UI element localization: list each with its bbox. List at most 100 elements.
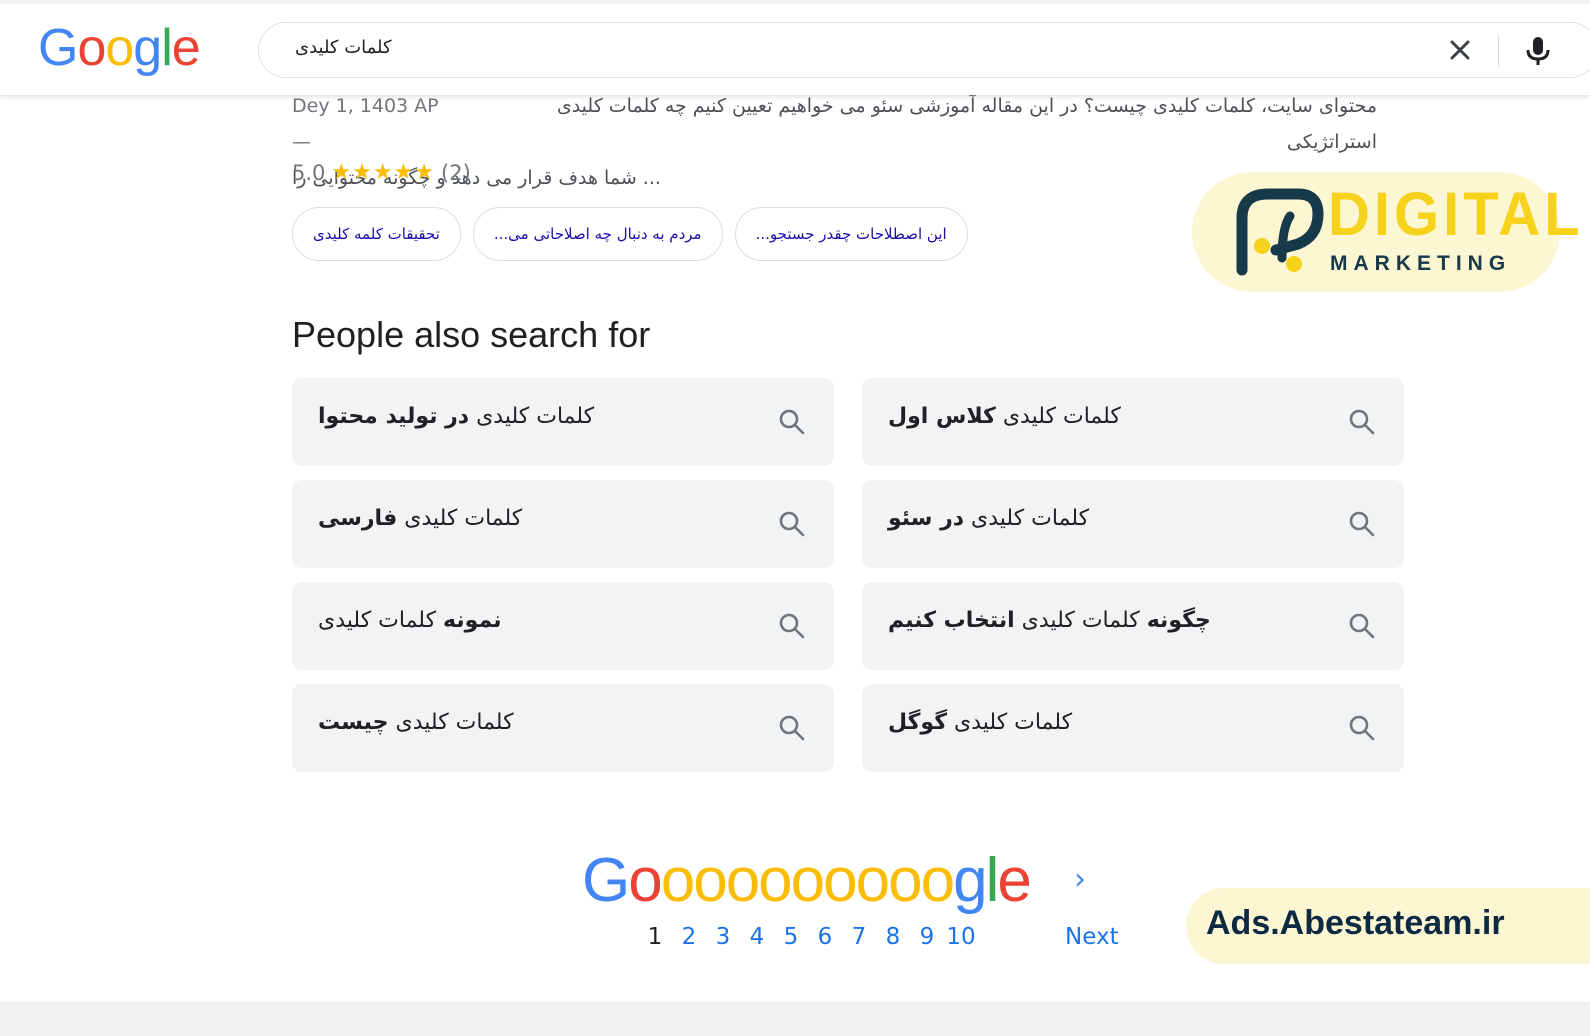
label-plain: کلمات کلیدی bbox=[469, 404, 595, 429]
related-search-label: کلمات کلیدی گوگل bbox=[888, 710, 1072, 735]
related-search-label: کلمات کلیدی چیست bbox=[318, 710, 514, 735]
pagination-logo-letter: e bbox=[997, 846, 1032, 915]
search-icon bbox=[1349, 613, 1375, 639]
microphone-icon[interactable] bbox=[1523, 35, 1553, 67]
label-bold: گوگل bbox=[888, 710, 948, 735]
chevron-right-icon[interactable]: › bbox=[1074, 862, 1086, 897]
rating-stars-icon: ★★★★★ bbox=[331, 160, 436, 185]
search-icon bbox=[779, 511, 805, 537]
label-plain: کلمات کلیدی bbox=[1014, 608, 1147, 633]
label-plain: کلمات کلیدی bbox=[964, 506, 1090, 531]
label-bold: نمونه bbox=[443, 608, 502, 633]
page-number[interactable]: 6 bbox=[808, 924, 842, 950]
search-header: Google کلمات کلیدی bbox=[0, 0, 1590, 95]
pagination-logo-letter: o bbox=[920, 846, 956, 915]
label-plain: کلمات کلیدی bbox=[947, 710, 1073, 735]
pagination-logo-letter: o bbox=[790, 846, 826, 915]
ads-watermark-badge: Ads.Abestateam.ir bbox=[1186, 888, 1590, 964]
pagination-logo-letter: g bbox=[953, 846, 988, 915]
search-results-page: Google کلمات کلیدی Dey 1, 1403 AP — محتو… bbox=[0, 0, 1590, 1036]
related-search-label: چگونه کلمات کلیدی انتخاب کنیم bbox=[888, 608, 1211, 633]
logo-letter: e bbox=[171, 19, 201, 77]
related-search-item[interactable]: چگونه کلمات کلیدی انتخاب کنیم bbox=[862, 582, 1404, 670]
page-number[interactable]: 9 bbox=[910, 924, 944, 950]
search-icon bbox=[1349, 511, 1375, 537]
logo-letter: o bbox=[77, 19, 106, 77]
brand-word: DIGITAL bbox=[1328, 180, 1584, 249]
search-input[interactable]: کلمات کلیدی bbox=[258, 22, 1590, 78]
people-also-search-grid: کلمات کلیدی در تولید محتوا کلمات کلیدی ک… bbox=[292, 378, 1404, 772]
pagination-logo-letter: o bbox=[823, 846, 858, 915]
related-search-item[interactable]: کلمات کلیدی کلاس اول bbox=[862, 378, 1404, 466]
label-plain: کلمات کلیدی bbox=[397, 506, 523, 531]
label-plain: کلمات کلیدی bbox=[995, 404, 1121, 429]
pagination-logo-letter: l bbox=[985, 846, 1000, 915]
page-number-current: 1 bbox=[647, 924, 663, 950]
snippet-text-1: محتوای سایت، کلمات کلیدی چیست؟ در این مق… bbox=[556, 95, 1377, 153]
related-search-label: کلمات کلیدی فارسی bbox=[318, 506, 522, 531]
related-search-item[interactable]: کلمات کلیدی فارسی bbox=[292, 480, 834, 568]
search-icon bbox=[1349, 715, 1375, 741]
pagination-logo-letter: o bbox=[758, 846, 793, 915]
search-icon bbox=[779, 409, 805, 435]
related-search-item[interactable]: کلمات کلیدی در تولید محتوا bbox=[292, 378, 834, 466]
ads-watermark-text: Ads.Abestateam.ir bbox=[1206, 904, 1505, 942]
pagination-logo-letter: G bbox=[582, 846, 630, 915]
related-search-label: کلمات کلیدی کلاس اول bbox=[888, 404, 1121, 429]
page-number[interactable]: 3 bbox=[706, 924, 740, 950]
logo-letter: l bbox=[161, 19, 173, 77]
search-icon bbox=[1349, 409, 1375, 435]
pagination-logo-letter: o bbox=[693, 846, 728, 915]
brand-mark-icon bbox=[1232, 184, 1324, 284]
pagination-logo-letter: o bbox=[660, 846, 696, 915]
footer-band bbox=[0, 1002, 1590, 1036]
google-logo[interactable]: Google bbox=[38, 19, 201, 77]
digital-marketing-logo: DIGITAL MARKETING bbox=[1192, 172, 1580, 292]
result-date: Dey 1, 1403 AP — bbox=[292, 95, 439, 153]
label-plain: کلمات کلیدی bbox=[318, 608, 444, 633]
related-search-item[interactable]: کلمات کلیدی گوگل bbox=[862, 684, 1404, 772]
search-icon bbox=[779, 613, 805, 639]
page-number[interactable]: 2 bbox=[672, 924, 706, 950]
rating-value: 5.0 bbox=[292, 160, 326, 185]
rating-count: (2) bbox=[441, 160, 471, 185]
label-bold: چگونه bbox=[1146, 608, 1211, 633]
pagination-logo-letter: o bbox=[855, 846, 891, 915]
pagination-numbers: 1 2 3 4 5 6 7 8 9 10 bbox=[638, 924, 978, 950]
related-search-label: کلمات کلیدی در سئو bbox=[888, 506, 1089, 531]
label-bold: انتخاب کنیم bbox=[888, 608, 1015, 633]
result-rating: 5.0 ★★★★★ (2) bbox=[292, 160, 471, 185]
page-number[interactable]: 10 bbox=[944, 924, 978, 950]
label-bold: چیست bbox=[318, 710, 389, 735]
close-icon[interactable] bbox=[1445, 35, 1475, 65]
pagination-logo-letter: o bbox=[725, 846, 761, 915]
search-divider bbox=[1498, 35, 1499, 67]
pagination-logo-letter: o bbox=[888, 846, 923, 915]
search-query-text[interactable]: کلمات کلیدی bbox=[295, 37, 392, 58]
chip-search-volume[interactable]: این اصطلاحات چقدر جستجو... bbox=[734, 207, 968, 261]
related-search-label: نمونه کلمات کلیدی bbox=[318, 608, 501, 633]
page-number[interactable]: 8 bbox=[876, 924, 910, 950]
label-bold: فارسی bbox=[318, 506, 398, 531]
pagination-logo-letter: o bbox=[628, 846, 663, 915]
page-number[interactable]: 5 bbox=[774, 924, 808, 950]
next-page-link[interactable]: Next bbox=[1065, 924, 1119, 950]
label-plain: کلمات کلیدی bbox=[388, 710, 514, 735]
logo-letter: g bbox=[133, 19, 162, 77]
related-chips: تحقیقات کلمه کلیدی مردم به دنبال چه اصلا… bbox=[292, 207, 968, 261]
related-search-item[interactable]: کلمات کلیدی در سئو bbox=[862, 480, 1404, 568]
page-number[interactable]: 7 bbox=[842, 924, 876, 950]
search-icon bbox=[779, 715, 805, 741]
chip-keyword-research[interactable]: تحقیقات کلمه کلیدی bbox=[292, 207, 461, 261]
page-number[interactable]: 4 bbox=[740, 924, 774, 950]
snippet-line-1: Dey 1, 1403 AP — محتوای سایت، کلمات کلید… bbox=[292, 88, 1377, 160]
related-search-item[interactable]: نمونه کلمات کلیدی bbox=[292, 582, 834, 670]
label-bold: کلاس اول bbox=[888, 404, 996, 429]
people-also-search-title: People also search for bbox=[292, 314, 651, 355]
related-search-label: کلمات کلیدی در تولید محتوا bbox=[318, 404, 594, 429]
label-bold: در سئو bbox=[888, 506, 965, 531]
label-bold: در تولید محتوا bbox=[318, 404, 470, 429]
logo-letter: o bbox=[105, 19, 134, 77]
related-search-item[interactable]: کلمات کلیدی چیست bbox=[292, 684, 834, 772]
chip-people-seek[interactable]: مردم به دنبال چه اصلاحاتی می... bbox=[472, 207, 723, 261]
